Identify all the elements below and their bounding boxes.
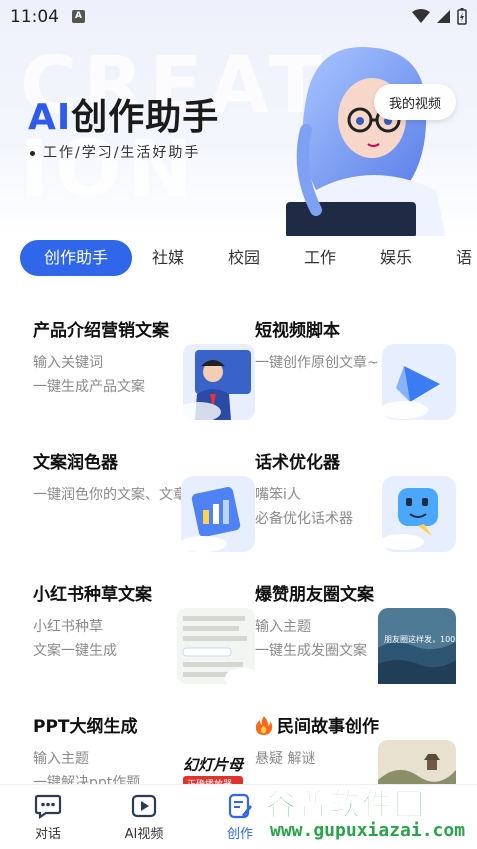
- site-watermark-logo: 谷普软件园 www.gupuxiazai.com: [262, 780, 477, 848]
- play-arrow-thumbnail: [380, 344, 456, 420]
- card-speech-optimizer[interactable]: 话术优化器 嘴笨i人 必备优化话术器: [255, 424, 477, 556]
- card-xiaohongshu-copy[interactable]: 小红书种草文案 小红书种草 文案一键生成: [33, 556, 255, 688]
- wifi-icon: [412, 9, 430, 23]
- hero-subtitle: 工作/学习/生活好助手: [30, 142, 200, 162]
- card-desc: 必备优化话术器: [255, 511, 353, 527]
- card-title: 小红书种草文案: [33, 585, 152, 605]
- category-tabs: 创作助手 社媒 校园 工作 娱乐 语: [0, 236, 477, 280]
- tab-social-media[interactable]: 社媒: [152, 240, 184, 276]
- card-desc: 一键生成发圈文案: [255, 643, 367, 659]
- card-moments-copy[interactable]: 爆赞朋友圈文案 输入主题 一键生成发圈文案 朋友圈这样发，100: [255, 556, 477, 688]
- nav-label: 对话: [34, 827, 61, 842]
- card-desc: 小红书种草: [33, 619, 103, 635]
- card-title: 产品介绍营销文案: [33, 321, 169, 341]
- card-copy-polisher[interactable]: 文案润色器 一键润色你的文案、文章: [33, 424, 255, 556]
- hero-title-rest: 创作助手: [71, 97, 220, 138]
- card-product-marketing[interactable]: 产品介绍营销文案 输入关键词 一键生成产品文案: [33, 292, 255, 424]
- edit-doc-icon: [228, 793, 252, 819]
- chat-bubble-icon: [34, 794, 62, 819]
- tab-creation-assistant[interactable]: 创作助手: [20, 240, 132, 276]
- card-desc: 输入主题: [33, 751, 89, 767]
- card-title: 民间故事创作: [255, 712, 379, 737]
- status-time: 11:04: [10, 7, 59, 27]
- card-desc: 输入主题: [255, 619, 311, 635]
- watermark-url: www.gupuxiazai.com: [270, 820, 466, 841]
- hero-title-ai: AI: [28, 97, 72, 138]
- card-title: 文案润色器: [33, 453, 118, 473]
- signal-icon: [437, 10, 450, 23]
- card-short-video-script[interactable]: 短视频脚本 一键创作原创文章~: [255, 292, 477, 424]
- card-title: PPT大纲生成: [33, 717, 138, 737]
- card-title: 话术优化器: [255, 453, 340, 473]
- chat-bot-thumbnail: [380, 476, 456, 552]
- fire-icon: [255, 715, 273, 735]
- battery-icon: [457, 8, 467, 25]
- hero-title: AI创作助手: [28, 88, 219, 140]
- hero-banner: CREAT ION 11:04 A AI创作助手 工作/学习/生活好助手 我的视…: [0, 0, 477, 236]
- card-desc: 一键生成产品文案: [33, 379, 145, 395]
- card-desc: 输入关键词: [33, 355, 103, 371]
- watermark-brand: 谷普软件园: [266, 788, 426, 824]
- nav-ai-video[interactable]: AI视频: [112, 793, 176, 842]
- notes-screenshot-thumbnail: [177, 608, 255, 684]
- tab-language[interactable]: 语: [456, 240, 472, 276]
- card-title: 爆赞朋友圈文案: [255, 585, 374, 605]
- sea-photo-thumbnail: 朋友圈这样发，100: [378, 608, 456, 684]
- card-desc: 文案一键生成: [33, 643, 117, 659]
- card-title: 短视频脚本: [255, 321, 340, 341]
- video-play-icon: [131, 794, 157, 818]
- status-bar: 11:04 A: [0, 0, 477, 34]
- tab-campus[interactable]: 校园: [228, 240, 260, 276]
- ai-girl-avatar-illustration: [286, 47, 446, 236]
- card-desc: 一键创作原创文章~: [255, 355, 379, 371]
- thumb-caption: 幻灯片母: [183, 756, 245, 774]
- my-videos-button[interactable]: 我的视频: [374, 84, 456, 120]
- notification-icon: A: [72, 10, 85, 23]
- nav-chat[interactable]: 对话: [16, 793, 80, 842]
- card-desc: 一键润色你的文案、文章: [33, 487, 187, 503]
- nav-label: 创作: [226, 827, 253, 842]
- tab-work[interactable]: 工作: [304, 240, 336, 276]
- nav-label: AI视频: [124, 827, 164, 842]
- card-title-text: 民间故事创作: [277, 717, 379, 737]
- card-desc: 悬疑 解谜: [255, 751, 316, 767]
- thumb-caption: 朋友圈这样发，100: [384, 634, 455, 644]
- card-desc: 嘴笨i人: [255, 487, 301, 503]
- tab-entertainment[interactable]: 娱乐: [380, 240, 412, 276]
- businessman-thumbnail: [177, 344, 255, 420]
- status-icons: [412, 8, 467, 25]
- document-chart-thumbnail: [179, 476, 255, 552]
